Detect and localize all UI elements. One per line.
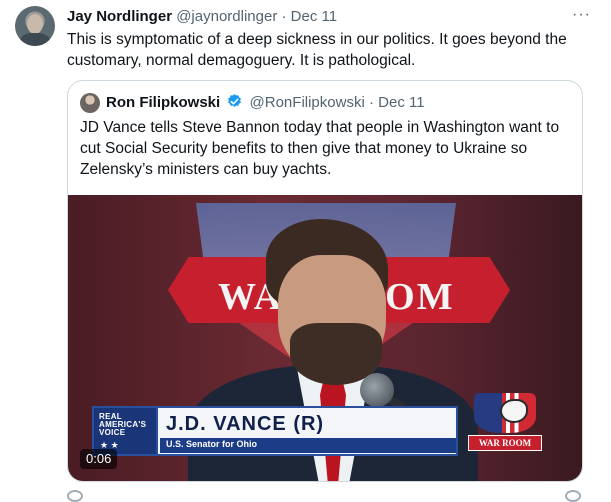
tweet-text: This is symptomatic of a deep sickness i… (67, 31, 567, 69)
quoted-author-name[interactable]: Ron Filipkowski (106, 94, 220, 111)
avatar-face (27, 14, 43, 34)
video-timestamp: 0:06 (80, 449, 118, 469)
eagle-icon (500, 399, 528, 423)
header-separator: · (281, 8, 287, 25)
reply-icon[interactable] (67, 490, 83, 502)
war-room-logo: WAR ROOM (466, 393, 542, 455)
share-icon[interactable] (565, 490, 581, 502)
network-label: REAL AMERICA'S VOICE (99, 412, 147, 437)
avatar-body (20, 33, 50, 46)
lower-third-title: U.S. Senator for Ohio (166, 439, 258, 449)
quoted-tweet-header: Ron Filipkowski @RonFilipkowski · Dec 11 (106, 93, 425, 116)
quoted-author-avatar[interactable] (80, 93, 100, 113)
microphone-icon (360, 373, 394, 407)
quoted-tweet-text: JD Vance tells Steve Bannon today that p… (80, 119, 560, 178)
logo-text: WAR ROOM (468, 435, 542, 451)
tweet-date[interactable]: Dec 11 (291, 8, 337, 25)
tweet-header: Jay Nordlinger @jaynordlinger · Dec 11 (67, 7, 591, 27)
quoted-author-handle[interactable]: @RonFilipkowski (250, 94, 365, 111)
more-options-icon[interactable]: ··· (572, 6, 591, 24)
video-player[interactable]: WAR ROOM REAL AMERICA'S VOICE ★ ★ J.D. V… (68, 195, 582, 481)
lower-third-name: J.D. VANCE (R) (166, 413, 325, 435)
author-handle[interactable]: @jaynordlinger (176, 8, 277, 25)
author-name[interactable]: Jay Nordlinger (67, 8, 172, 25)
verified-badge-icon (226, 93, 243, 116)
quoted-tweet-date[interactable]: Dec 11 (378, 94, 424, 111)
quoted-header-separator: · (368, 94, 374, 111)
author-avatar[interactable] (15, 6, 55, 46)
quoted-tweet[interactable]: Ron Filipkowski @RonFilipkowski · Dec 11… (67, 80, 583, 482)
